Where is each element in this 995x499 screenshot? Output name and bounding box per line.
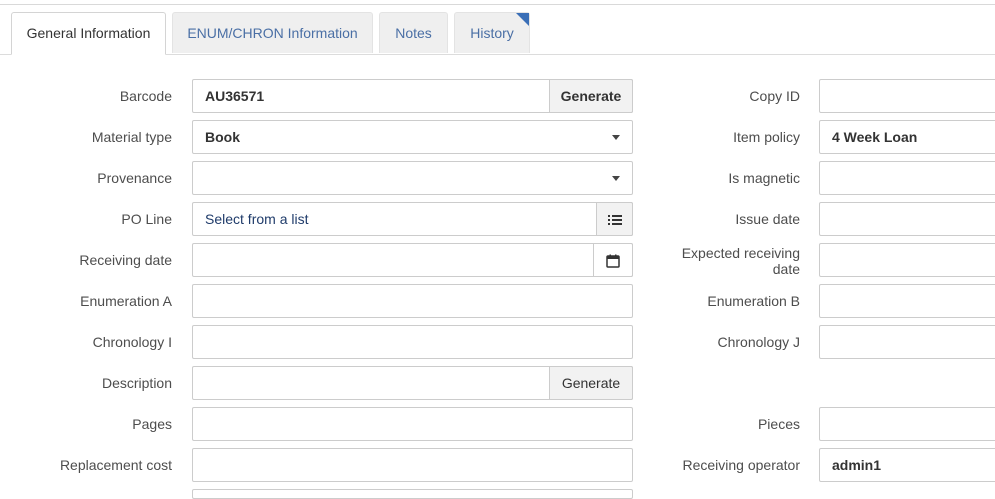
expected-receiving-date-field[interactable] [819,243,995,277]
item-policy-select[interactable]: 4 Week Loan [819,120,995,154]
provenance-select[interactable] [192,161,633,195]
issue-date-field[interactable] [819,202,995,236]
tab-history[interactable]: History [454,12,530,53]
tab-notes[interactable]: Notes [379,12,448,53]
enumeration-b-label: Enumeration B [707,293,800,309]
copy-id-field[interactable] [819,79,995,113]
next-field-partial[interactable] [192,489,633,499]
item-policy-value: 4 Week Loan [832,129,918,145]
po-line-list-button[interactable] [596,202,633,236]
po-line-field[interactable]: Select from a list [192,202,633,236]
barcode-label: Barcode [119,88,172,104]
chronology-j-label: Chronology J [717,334,801,350]
description-label: Description [101,375,172,391]
material-type-label: Material type [91,129,172,145]
issue-date-label: Issue date [735,211,800,227]
receiving-operator-value: admin1 [832,457,882,473]
material-type-select[interactable]: Book [192,120,633,154]
tab-bar: General Information ENUM/CHRON Informati… [0,12,995,55]
barcode-value: AU36571 [205,88,265,104]
po-line-value: Select from a list [205,211,309,227]
copy-id-label: Copy ID [749,88,800,104]
receiving-date-calendar-button[interactable] [593,243,633,277]
receiving-operator-field[interactable]: admin1 [819,448,995,482]
tab-general-information[interactable]: General Information [11,12,166,55]
po-line-label: PO Line [121,211,172,227]
chronology-j-field[interactable] [819,325,995,359]
calendar-icon [606,254,620,269]
description-generate-button[interactable]: Generate [549,366,633,400]
pages-label: Pages [132,416,172,432]
top-frame-border [0,0,995,5]
replacement-cost-label: Replacement cost [59,457,172,473]
receiving-date-label: Receiving date [79,252,172,268]
replacement-cost-field[interactable] [192,448,633,482]
enumeration-a-field[interactable] [192,284,633,318]
chevron-down-icon [612,176,620,181]
expected-receiving-date-label: Expected receiving date [640,245,800,277]
list-icon [607,215,622,226]
is-magnetic-label: Is magnetic [728,170,800,186]
item-policy-label: Item policy [733,129,800,145]
enumeration-a-label: Enumeration A [80,293,172,309]
pages-field[interactable] [192,407,633,441]
description-field[interactable]: Generate [192,366,633,400]
receiving-operator-label: Receiving operator [682,457,800,473]
pieces-label: Pieces [757,416,800,432]
barcode-field[interactable]: AU36571 Generate [192,79,633,113]
chronology-i-field[interactable] [192,325,633,359]
material-type-value: Book [205,129,240,145]
is-magnetic-select[interactable] [819,161,995,195]
tab-history-label: History [470,25,514,41]
provenance-label: Provenance [97,170,172,186]
chevron-down-icon [612,135,620,140]
receiving-date-field[interactable] [192,243,633,277]
expected-receiving-date-label-line1: Expected receiving [681,245,800,261]
barcode-generate-button[interactable]: Generate [549,79,633,113]
enumeration-b-field[interactable] [819,284,995,318]
chronology-i-label: Chronology I [92,334,172,350]
pieces-field[interactable] [819,407,995,441]
expected-receiving-date-label-line2: date [772,261,800,277]
tab-enum-chron-information[interactable]: ENUM/CHRON Information [172,12,373,53]
corner-marker [516,13,529,26]
